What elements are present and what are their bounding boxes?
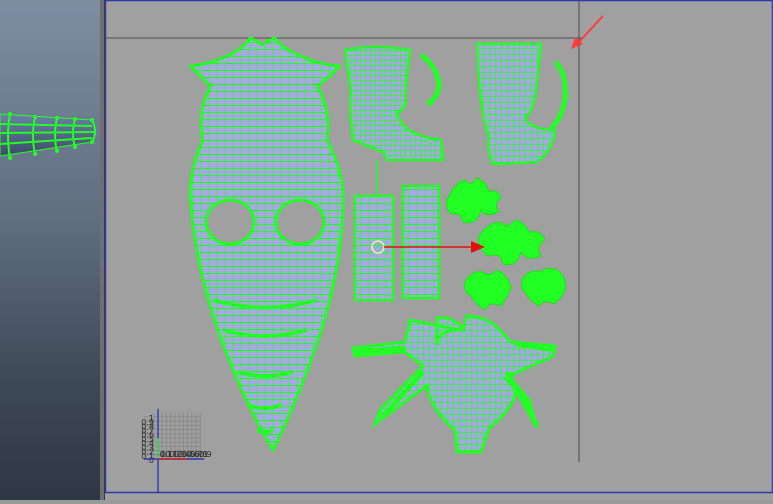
uv-canvas[interactable]: 10.90.80.70.60.50.40.30.20.10 -0.10 0.10.…	[105, 0, 773, 500]
uv-editor-panel[interactable]: 1 0.9 0.8 0.7 0.6 0.5 0.4 0.3 0.2 0.1 0 -0.1 0 0.1 0.…	[105, 0, 773, 500]
v-tick-label: 0	[149, 456, 154, 465]
mesh-preview	[0, 112, 96, 160]
u-axis-ticks: -0.10 0.10.20.30.40.50.60.70.80.91	[157, 450, 212, 459]
teeth-strip-left[interactable]	[353, 194, 395, 302]
v-axis-ticks: 10.90.80.70.60.50.40.30.20.10	[141, 414, 154, 465]
u-tick-label: 1	[203, 450, 208, 459]
viewport-3d[interactable]	[0, 0, 100, 500]
teeth-strip-right[interactable]	[401, 184, 441, 300]
